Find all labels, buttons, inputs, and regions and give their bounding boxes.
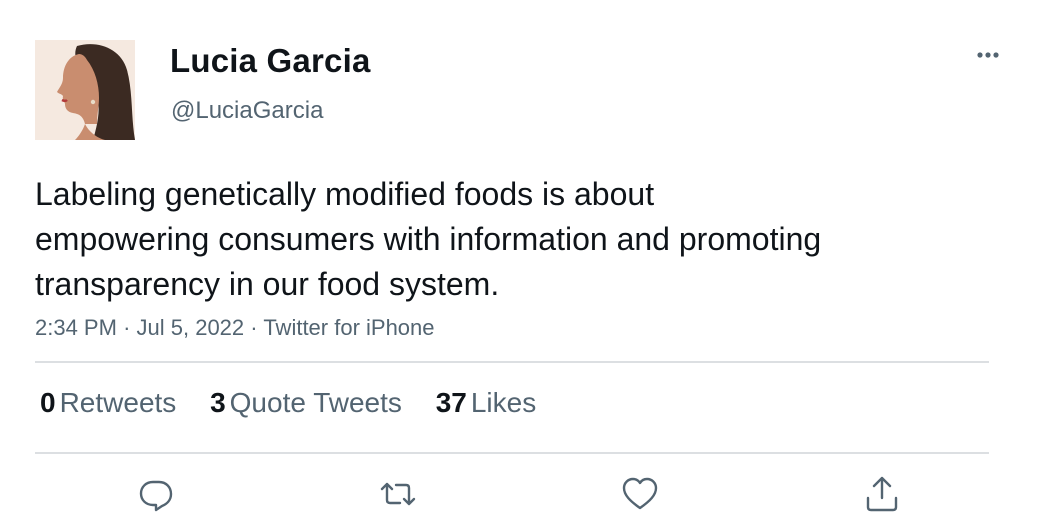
likes-count: 37 <box>435 387 467 418</box>
profile-photo-icon <box>35 40 135 140</box>
share-icon <box>866 476 898 512</box>
like-button[interactable] <box>620 474 660 514</box>
more-options-button[interactable] <box>968 40 1008 70</box>
avatar[interactable] <box>35 40 135 140</box>
quote-tweets-stat[interactable]: 3 Quote Tweets <box>210 387 402 419</box>
retweet-icon <box>380 482 416 506</box>
tweet-time[interactable]: 2:34 PM <box>35 315 117 340</box>
tweet-metadata: 2:34 PM · Jul 5, 2022 · Twitter for iPho… <box>35 315 435 341</box>
tweet-date[interactable]: Jul 5, 2022 <box>137 315 245 340</box>
retweets-count: 0 <box>40 387 56 418</box>
heart-icon <box>622 477 658 510</box>
tweet-text-line: Labeling genetically modified foods is a… <box>35 176 655 212</box>
tweet-source[interactable]: Twitter for iPhone <box>263 315 434 340</box>
retweets-stat[interactable]: 0 Retweets <box>40 387 176 419</box>
quote-tweets-count: 3 <box>210 387 226 418</box>
user-handle[interactable]: @LuciaGarcia <box>171 97 323 125</box>
likes-stat[interactable]: 37 Likes <box>436 387 537 419</box>
tweet-text: Labeling genetically modified foods is a… <box>35 172 995 307</box>
tweet-text-line: empowering consumers with information an… <box>35 221 822 257</box>
tweet-text-line: transparency in our food system. <box>35 266 500 302</box>
divider <box>35 361 989 363</box>
retweet-button[interactable] <box>378 474 418 514</box>
display-name[interactable]: Lucia Garcia <box>170 42 371 80</box>
more-horizontal-icon <box>977 52 999 58</box>
tweet-detail: Lucia Garcia @LuciaGarcia Labeling genet… <box>0 0 1050 525</box>
engagement-stats: 0 Retweets 3 Quote Tweets 37 Likes <box>40 387 562 419</box>
quote-tweets-label: Quote Tweets <box>229 387 402 418</box>
retweets-label: Retweets <box>59 387 177 418</box>
meta-separator: · <box>250 315 258 340</box>
reply-button[interactable] <box>136 474 176 514</box>
divider <box>35 452 989 454</box>
likes-label: Likes <box>470 387 537 418</box>
meta-separator: · <box>123 315 131 340</box>
share-button[interactable] <box>862 474 902 514</box>
reply-icon <box>139 480 173 512</box>
